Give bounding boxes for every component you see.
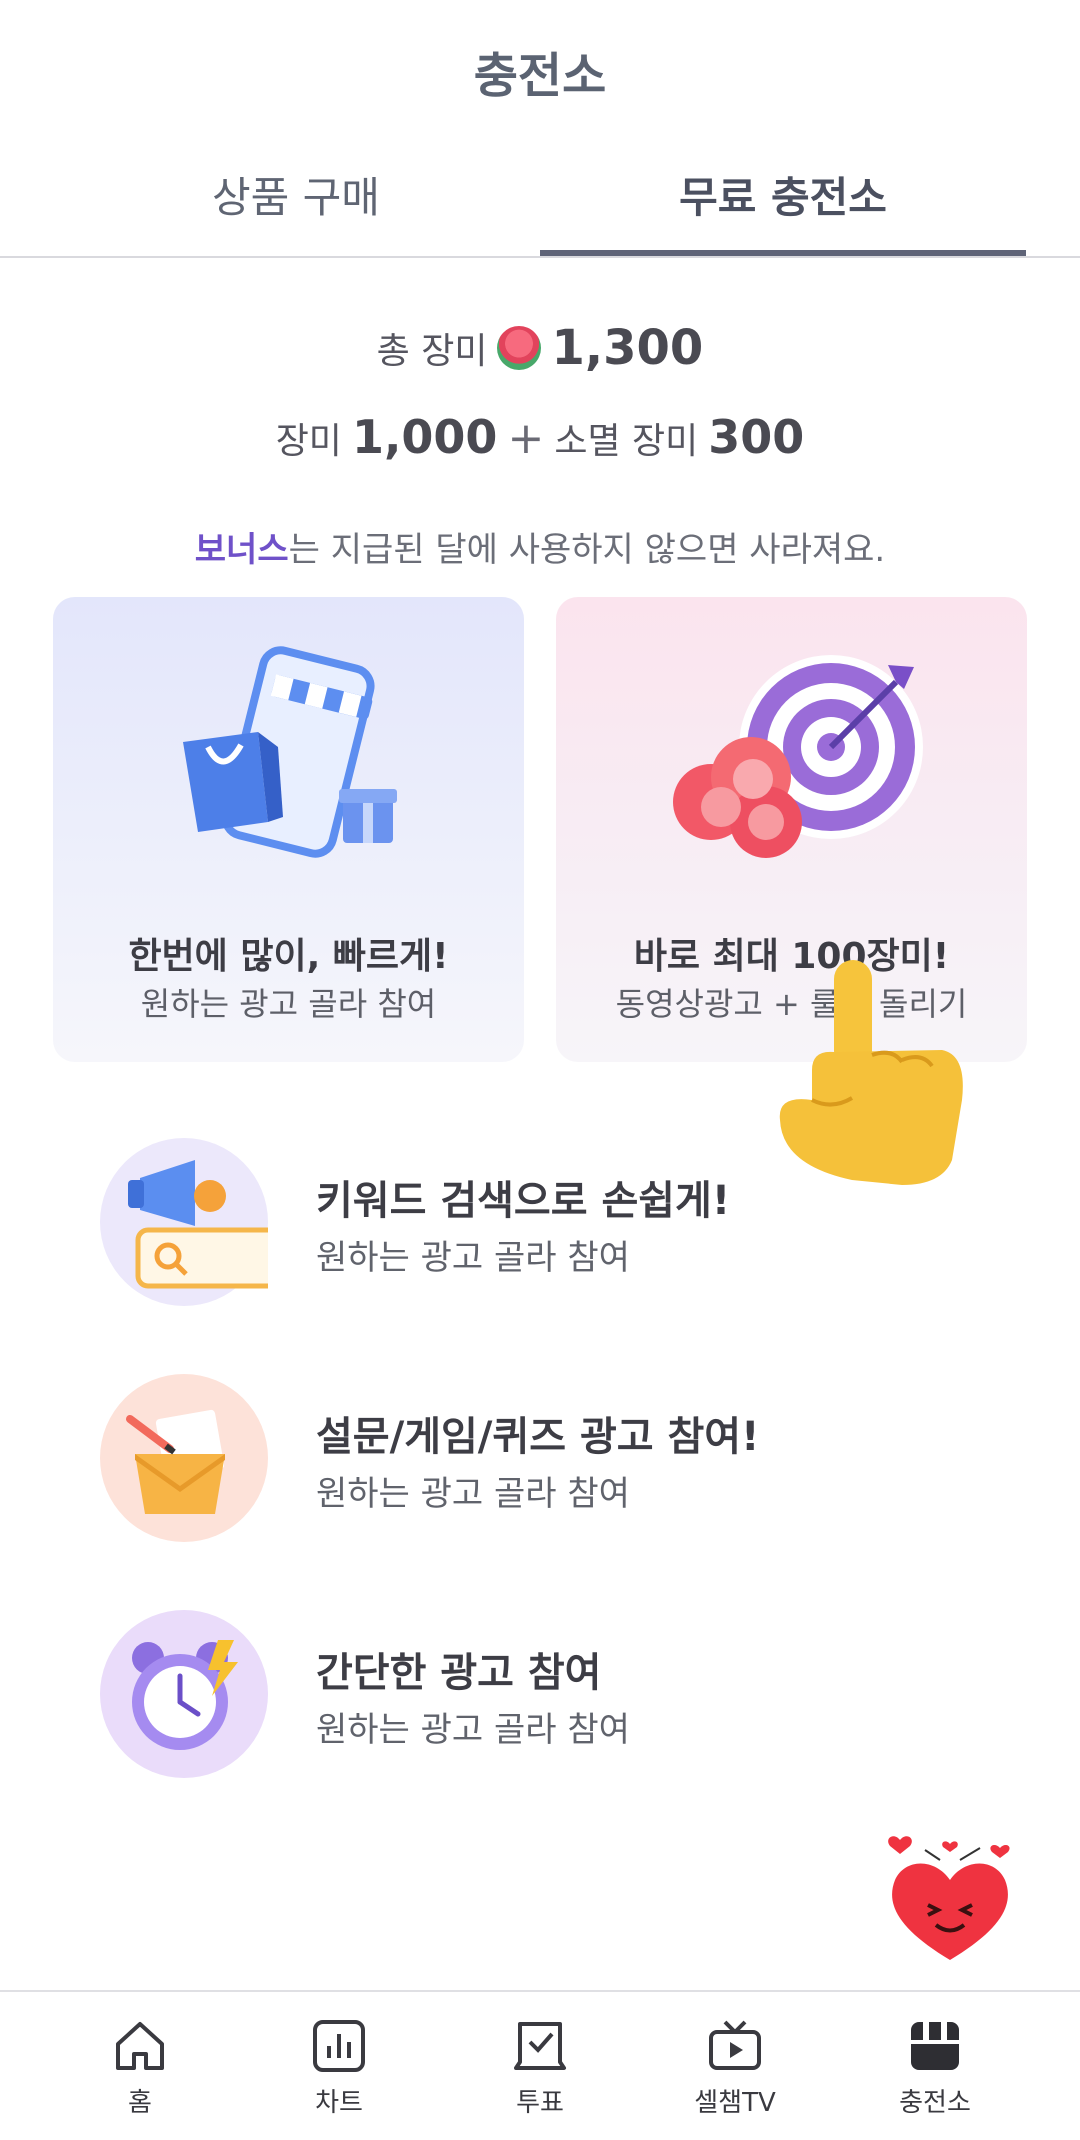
shopping-phone-icon [183, 646, 397, 858]
pointing-hand-icon [779, 960, 963, 1185]
notice-text: 는 지급된 달에 사용하지 않으면 사라져요. [288, 530, 886, 570]
nav-vote[interactable]: 투표 [460, 2018, 620, 2119]
rose-label: 장미 [275, 421, 342, 462]
nav-label: 셀챔TV [694, 2088, 776, 2118]
expiring-value: 300 [708, 410, 805, 464]
floating-heart-button[interactable] [880, 1830, 1020, 1970]
envelope-pencil-icon [126, 1409, 225, 1514]
page-title: 충전소 [473, 48, 607, 104]
nav-label: 충전소 [899, 2088, 971, 2118]
chart-icon [313, 2020, 365, 2072]
list-item-title: 설문/게임/퀴즈 광고 참여! [316, 1414, 760, 1460]
tab-bar: 상품 구매 무료 충전소 [0, 152, 1080, 258]
bonus-notice: 보너스는 지급된 달에 사용하지 않으면 사라져요. [0, 522, 1080, 571]
nav-home[interactable]: 홈 [60, 2018, 220, 2119]
list-item-title: 간단한 광고 참여 [316, 1650, 602, 1696]
active-tab-indicator [540, 250, 1026, 256]
rose-icon [497, 326, 542, 370]
card-subtitle: 원하는 광고 골라 참여 [140, 985, 437, 1023]
tv-icon [709, 2020, 761, 2070]
tab-product-purchase[interactable]: 상품 구매 [53, 164, 539, 225]
rose-breakdown: 장미 1,000 + 소멸 장미 300 [0, 410, 1080, 464]
bottom-nav: 홈 차트 투표 셀챔TV 충전소 [0, 1990, 1080, 2140]
total-roses: 총 장미 1,300 [0, 320, 1080, 376]
card-bulk-fast[interactable]: 한번에 많이, 빠르게! 원하는 광고 골라 참여 [53, 597, 524, 1062]
nav-label: 차트 [315, 2088, 363, 2118]
tab-free-charging[interactable]: 무료 충전소 [540, 164, 1026, 225]
plus-sign: + [507, 413, 545, 464]
expiring-label: 소멸 장미 [554, 421, 699, 462]
nav-chart[interactable]: 차트 [259, 2018, 419, 2119]
list-item-title: 키워드 검색으로 손쉽게! [316, 1178, 731, 1224]
megaphone-search-icon [128, 1160, 268, 1289]
total-label: 총 장미 [376, 331, 488, 372]
list-item-subtitle: 원하는 광고 골라 참여 [316, 1474, 630, 1514]
charging-station-page: 충전소 상품 구매 무료 충전소 총 장미 1,300 장미 1,000 + 소… [0, 0, 1080, 2140]
home-icon [116, 2022, 164, 2070]
alarm-clock-icon [132, 1640, 238, 1750]
store-icon [911, 2022, 959, 2070]
vote-icon [514, 2022, 566, 2070]
list-item-subtitle: 원하는 광고 골라 참여 [316, 1238, 630, 1278]
rose-value: 1,000 [351, 410, 498, 464]
total-value: 1,300 [551, 320, 704, 376]
list-item-subtitle: 원하는 광고 골라 참여 [316, 1710, 630, 1750]
list-item-survey-game-quiz[interactable]: 설문/게임/퀴즈 광고 참여! 원하는 광고 골라 참여 [100, 1374, 980, 1544]
nav-tv[interactable]: 셀챔TV [655, 2018, 815, 2119]
list-item-simple-ad[interactable]: 간단한 광고 참여 원하는 광고 골라 참여 [100, 1610, 980, 1780]
card-title: 한번에 많이, 빠르게! [128, 936, 449, 977]
nav-label: 투표 [516, 2088, 564, 2118]
bonus-word: 보너스 [194, 530, 289, 570]
nav-label: 홈 [128, 2088, 152, 2118]
target-roses-icon [673, 655, 923, 858]
nav-charging-station[interactable]: 충전소 [855, 2018, 1015, 2119]
